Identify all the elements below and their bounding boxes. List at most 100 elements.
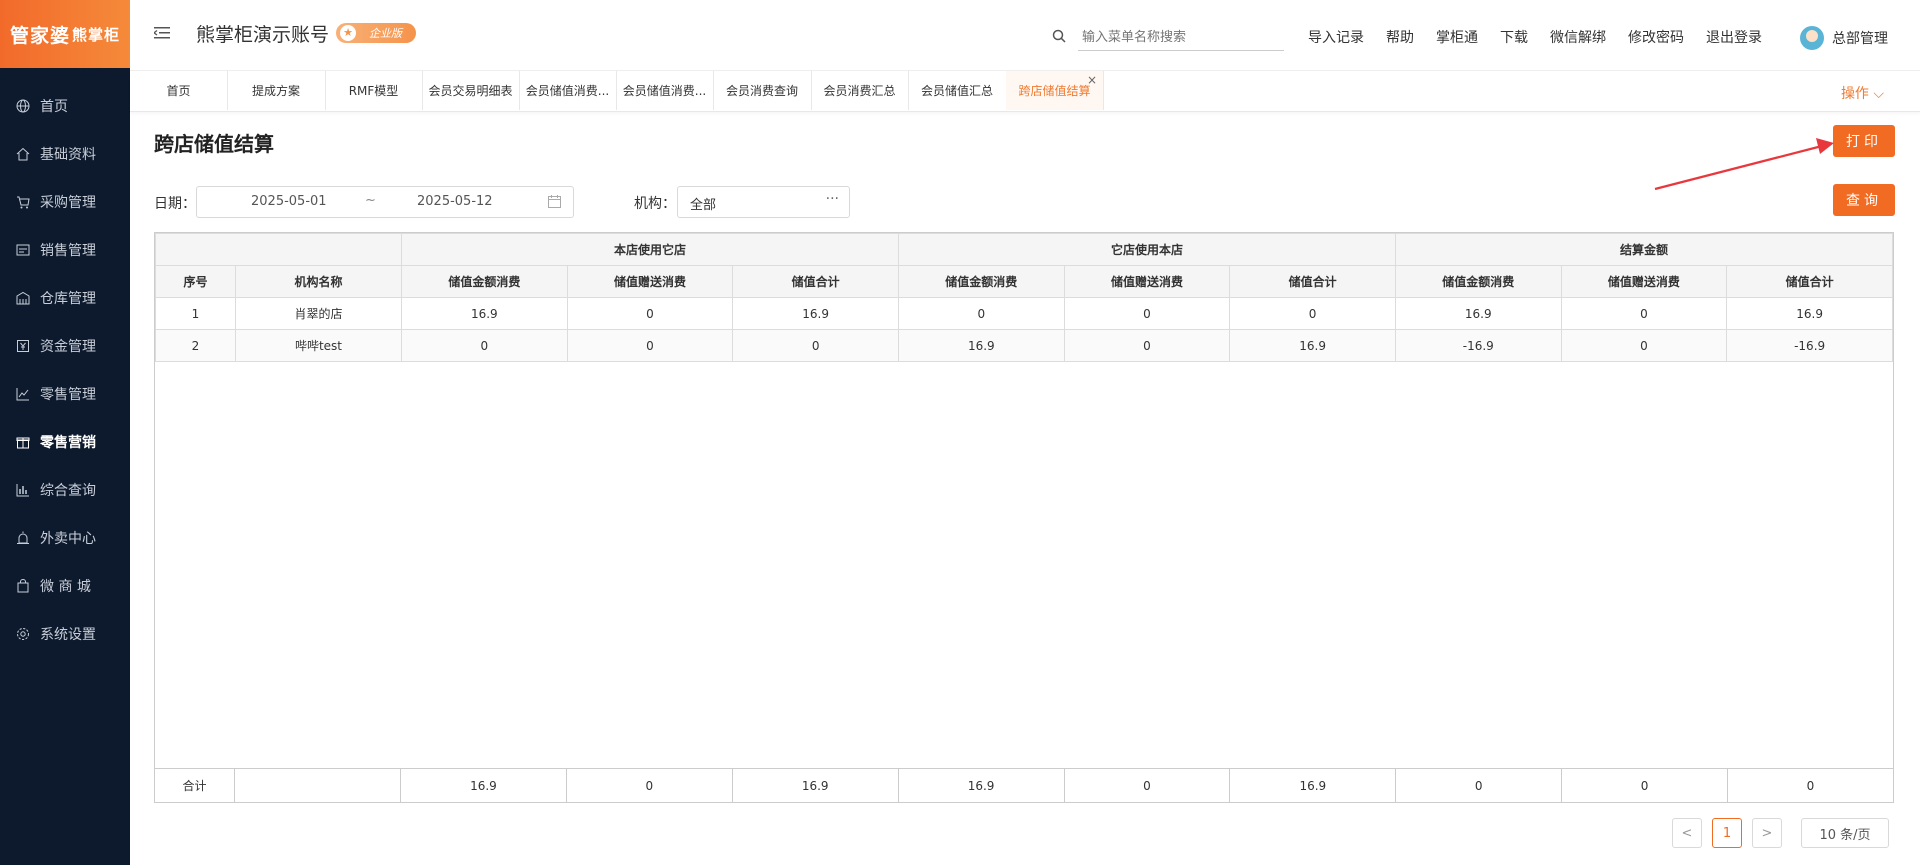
tab-label: 会员储值汇总 <box>920 84 993 98</box>
logo-main-text: 管家婆 <box>9 24 70 47</box>
org-value: 全部 <box>690 198 717 213</box>
sidebar-item-2[interactable]: 采购管理 <box>0 178 130 226</box>
menu-toggle-icon[interactable] <box>154 26 170 40</box>
print-button[interactable]: 打印 <box>1833 125 1895 157</box>
header-links: 导入记录 帮助 掌柜通 下载 微信解绑 修改密码 退出登录 <box>1308 27 1784 47</box>
operations-dropdown[interactable]: 操作 ⌵ <box>1841 83 1884 103</box>
tab-7[interactable]: 会员消费汇总 <box>811 71 909 110</box>
tab-4[interactable]: 会员储值消费... <box>519 71 617 110</box>
sidebar-item-label: 外卖中心 <box>40 531 96 547</box>
sidebar-item-0[interactable]: 首页 <box>0 82 130 130</box>
help-link[interactable]: 帮助 <box>1386 27 1414 47</box>
gift-icon <box>16 435 30 449</box>
prev-page-button[interactable]: < <box>1672 818 1702 848</box>
download-link[interactable]: 下载 <box>1500 27 1528 47</box>
column-header[interactable]: 储值合计 <box>1726 265 1893 298</box>
sidebar-item-label: 销售管理 <box>40 243 96 259</box>
tab-label: 会员消费汇总 <box>823 84 896 98</box>
column-header[interactable]: 储值赠送消费 <box>1560 265 1728 298</box>
footer-cell: 合计 <box>154 768 235 803</box>
menu-search-input[interactable] <box>1078 24 1284 51</box>
tab-2[interactable]: RMF模型 <box>325 71 423 110</box>
app-logo[interactable]: 管家婆 熊掌柜 <box>0 0 130 68</box>
sidebar-item-7[interactable]: 零售营销 <box>0 418 130 466</box>
next-page-button[interactable]: > <box>1752 818 1782 848</box>
column-header[interactable]: 序号 <box>155 265 236 298</box>
table-row[interactable]: 1 肖翠的店 16.9 0 16.9 0 0 0 16.9 0 16.9 <box>155 297 1893 330</box>
sidebar-item-label: 资金管理 <box>40 339 96 355</box>
page-1-button[interactable]: 1 <box>1712 818 1742 848</box>
import-records-link[interactable]: 导入记录 <box>1308 27 1364 47</box>
sidebar-item-1[interactable]: 基础资料 <box>0 130 130 178</box>
table-footer: 合计 16.9 0 16.9 16.9 0 16.9 0 0 0 <box>154 768 1894 803</box>
date-end[interactable]: 2025-05-12 <box>417 194 493 209</box>
settlement-table: 本店使用它店 它店使用本店 结算金额 序号 机构名称 储值金额消费 储值赠送消费 储值合… <box>154 232 1894 801</box>
org-selector[interactable]: 全部 ··· <box>677 186 850 218</box>
table-cell: -16.9 <box>1394 329 1562 362</box>
tab-8[interactable]: 会员储值汇总 <box>908 71 1007 110</box>
bag-icon <box>16 579 30 593</box>
column-header[interactable]: 储值金额消费 <box>401 265 568 298</box>
date-range-picker[interactable]: 2025-05-01 ~ 2025-05-12 <box>196 186 574 218</box>
account-title: 熊掌柜演示账号 <box>196 24 330 46</box>
tab-3[interactable]: 会员交易明细表 <box>422 71 520 110</box>
user-menu[interactable]: 总部管理 <box>1800 26 1888 50</box>
tab-6[interactable]: 会员消费查询 <box>713 71 812 110</box>
page-title: 跨店储值结算 <box>154 132 274 156</box>
date-start[interactable]: 2025-05-01 <box>251 194 327 209</box>
column-header[interactable]: 储值合计 <box>1229 265 1396 298</box>
footer-cell: 0 <box>1561 768 1728 803</box>
user-name: 总部管理 <box>1832 31 1888 47</box>
table-row[interactable]: 2 哔哔test 0 0 0 16.9 0 16.9 -16.9 0 -16.9 <box>155 329 1893 362</box>
sidebar-item-10[interactable]: 微 商 城 <box>0 562 130 610</box>
more-icon[interactable]: ··· <box>826 191 839 207</box>
table-cell: 0 <box>401 329 568 362</box>
warehouse-icon <box>16 291 30 305</box>
tab-5[interactable]: 会员储值消费... <box>616 71 714 110</box>
table-cell: 16.9 <box>897 329 1065 362</box>
calendar-icon[interactable] <box>548 195 561 208</box>
sidebar-item-6[interactable]: 零售管理 <box>0 370 130 418</box>
column-header[interactable]: 机构名称 <box>235 265 402 298</box>
column-header[interactable]: 储值金额消费 <box>897 265 1065 298</box>
logout-link[interactable]: 退出登录 <box>1706 27 1762 47</box>
footer-cell: 16.9 <box>1229 768 1397 803</box>
column-header[interactable]: 储值合计 <box>732 265 899 298</box>
close-tab-icon[interactable]: × <box>1087 73 1097 87</box>
home-icon <box>16 147 30 161</box>
table-cell: 16.9 <box>732 297 899 330</box>
table-cell: 2 <box>155 329 236 362</box>
change-password-link[interactable]: 修改密码 <box>1628 27 1684 47</box>
tab-label: 提成方案 <box>251 84 300 98</box>
table-corner-header <box>155 233 402 266</box>
query-button[interactable]: 查询 <box>1833 184 1895 216</box>
wechat-unbind-link[interactable]: 微信解绑 <box>1550 27 1606 47</box>
table-cell: 0 <box>897 297 1065 330</box>
tab-label: 跨店储值结算 <box>1018 84 1091 98</box>
tab-1[interactable]: 提成方案 <box>227 71 326 110</box>
zhanggui-tong-link[interactable]: 掌柜通 <box>1436 27 1478 47</box>
sidebar-item-3[interactable]: 销售管理 <box>0 226 130 274</box>
column-header[interactable]: 储值赠送消费 <box>566 265 734 298</box>
page-size-select[interactable]: 10 条/页 <box>1801 818 1889 848</box>
money-icon <box>16 339 30 353</box>
edition-badge: ★ 企业版 <box>336 23 416 43</box>
sidebar: 管家婆 熊掌柜 首页 基础资料 采购管理销售管理仓库管理资金管理零售管理 零售营销 综合… <box>0 0 130 865</box>
sidebar-item-11[interactable]: 系统设置 <box>0 610 130 658</box>
globe-icon <box>16 99 30 113</box>
group-header-settlement: 结算金额 <box>1394 233 1894 266</box>
table-cell: -16.9 <box>1726 329 1893 362</box>
sidebar-item-4[interactable]: 仓库管理 <box>0 274 130 322</box>
sidebar-item-8[interactable]: 综合查询 <box>0 466 130 514</box>
sidebar-item-9[interactable]: 外卖中心 <box>0 514 130 562</box>
tab-0[interactable]: 首页 <box>130 71 228 110</box>
sidebar-item-5[interactable]: 资金管理 <box>0 322 130 370</box>
table-cell: 16.9 <box>1394 297 1562 330</box>
tab-9[interactable]: 跨店储值结算 × <box>1006 71 1104 110</box>
sales-icon <box>16 243 30 257</box>
column-header[interactable]: 储值赠送消费 <box>1063 265 1231 298</box>
org-label: 机构： <box>634 196 676 212</box>
column-header[interactable]: 储值金额消费 <box>1394 265 1562 298</box>
footer-cell <box>234 768 401 803</box>
sidebar-item-label: 系统设置 <box>40 627 96 643</box>
